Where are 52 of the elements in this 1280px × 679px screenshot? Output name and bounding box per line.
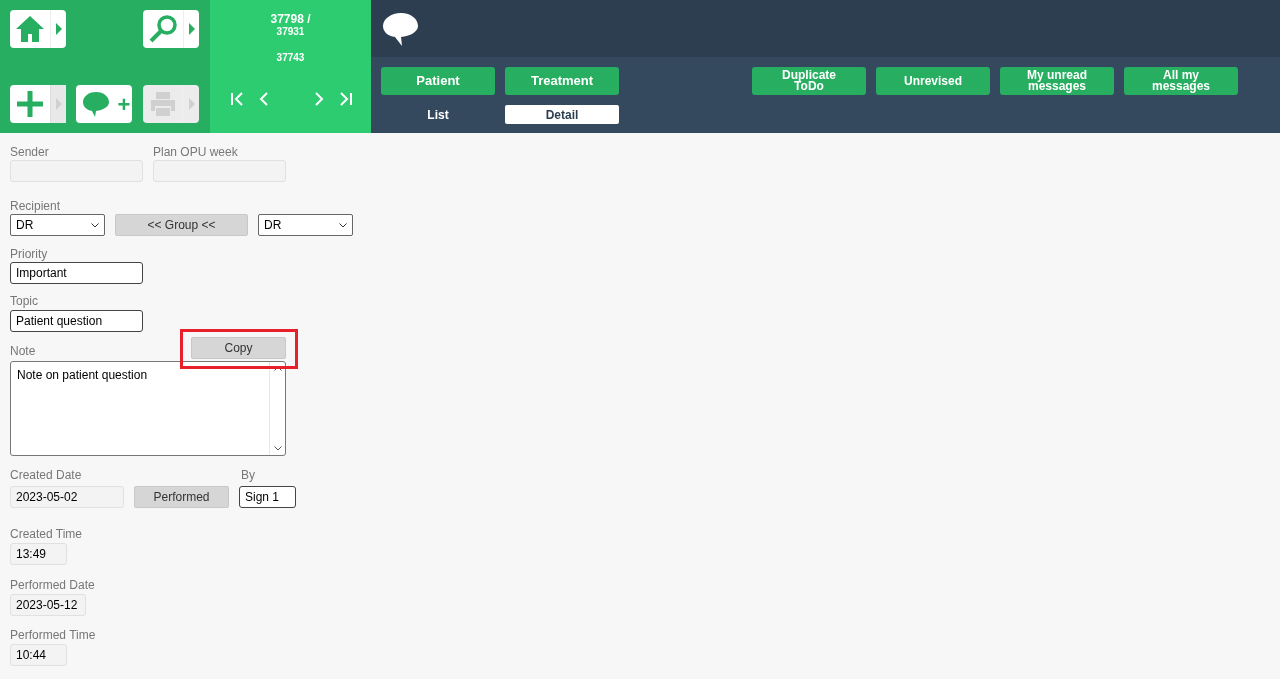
speech-bubble-icon [81, 89, 111, 119]
note-field[interactable]: Note on patient question [10, 361, 286, 456]
home-button[interactable] [10, 10, 66, 48]
scroll-down-icon[interactable] [273, 446, 282, 451]
field-label: Created Date [10, 468, 83, 482]
field-label: Priority [10, 247, 49, 261]
field-label: Performed Date [10, 578, 96, 592]
caret-icon [55, 23, 62, 35]
caret-icon [188, 23, 195, 35]
previous-icon[interactable] [257, 91, 270, 107]
caret-icon [55, 98, 62, 110]
chevron-down-icon [339, 222, 347, 228]
record-total: 37931 [276, 26, 305, 38]
field-label: Sender [10, 145, 50, 159]
note-text: Note on patient question [16, 367, 149, 384]
field-label: Recipient [10, 199, 62, 213]
plus-sign: + [116, 90, 132, 119]
copy-button[interactable]: Copy [191, 337, 286, 359]
performed-button[interactable]: Performed [134, 486, 229, 508]
by-field[interactable]: Sign 1 [239, 486, 296, 508]
topic-field[interactable]: Patient question [10, 310, 143, 332]
search-button[interactable] [143, 10, 199, 48]
created-time-field[interactable]: 13:49 [10, 543, 67, 565]
dropdown[interactable]: DR [258, 214, 353, 236]
search-icon [148, 14, 178, 44]
add-button[interactable] [10, 85, 66, 123]
field-label: Note [10, 344, 36, 358]
chevron-down-icon [91, 222, 99, 228]
caret-icon [188, 98, 195, 110]
field-label: By [241, 468, 256, 482]
view-tab[interactable]: Detail [505, 105, 619, 124]
field-label: Created Time [10, 527, 84, 541]
priority-field[interactable]: Important [10, 262, 143, 284]
last-page-icon[interactable] [338, 91, 355, 107]
record-number: 37743 [276, 52, 305, 64]
scroll-up-icon[interactable] [273, 366, 282, 371]
field-label: Performed Time [10, 628, 97, 642]
plus-icon [15, 89, 45, 119]
dropdown[interactable]: DR [10, 214, 105, 236]
group-button[interactable]: << Group << [115, 214, 248, 236]
field-label: Plan OPU week [153, 145, 239, 159]
performed-date-field[interactable]: 2023-05-12 [10, 594, 86, 616]
scrollbar[interactable] [269, 362, 285, 455]
performed-time-field[interactable]: 10:44 [10, 644, 67, 666]
record-number: 37798 / [270, 12, 311, 26]
view-tab[interactable]: List [381, 105, 495, 124]
printer-icon [148, 89, 178, 119]
first-page-icon[interactable] [228, 91, 245, 107]
next-icon[interactable] [313, 91, 326, 107]
created-date-field[interactable]: 2023-05-02 [10, 486, 124, 508]
field-label: Topic [10, 294, 39, 308]
home-icon [15, 15, 45, 43]
